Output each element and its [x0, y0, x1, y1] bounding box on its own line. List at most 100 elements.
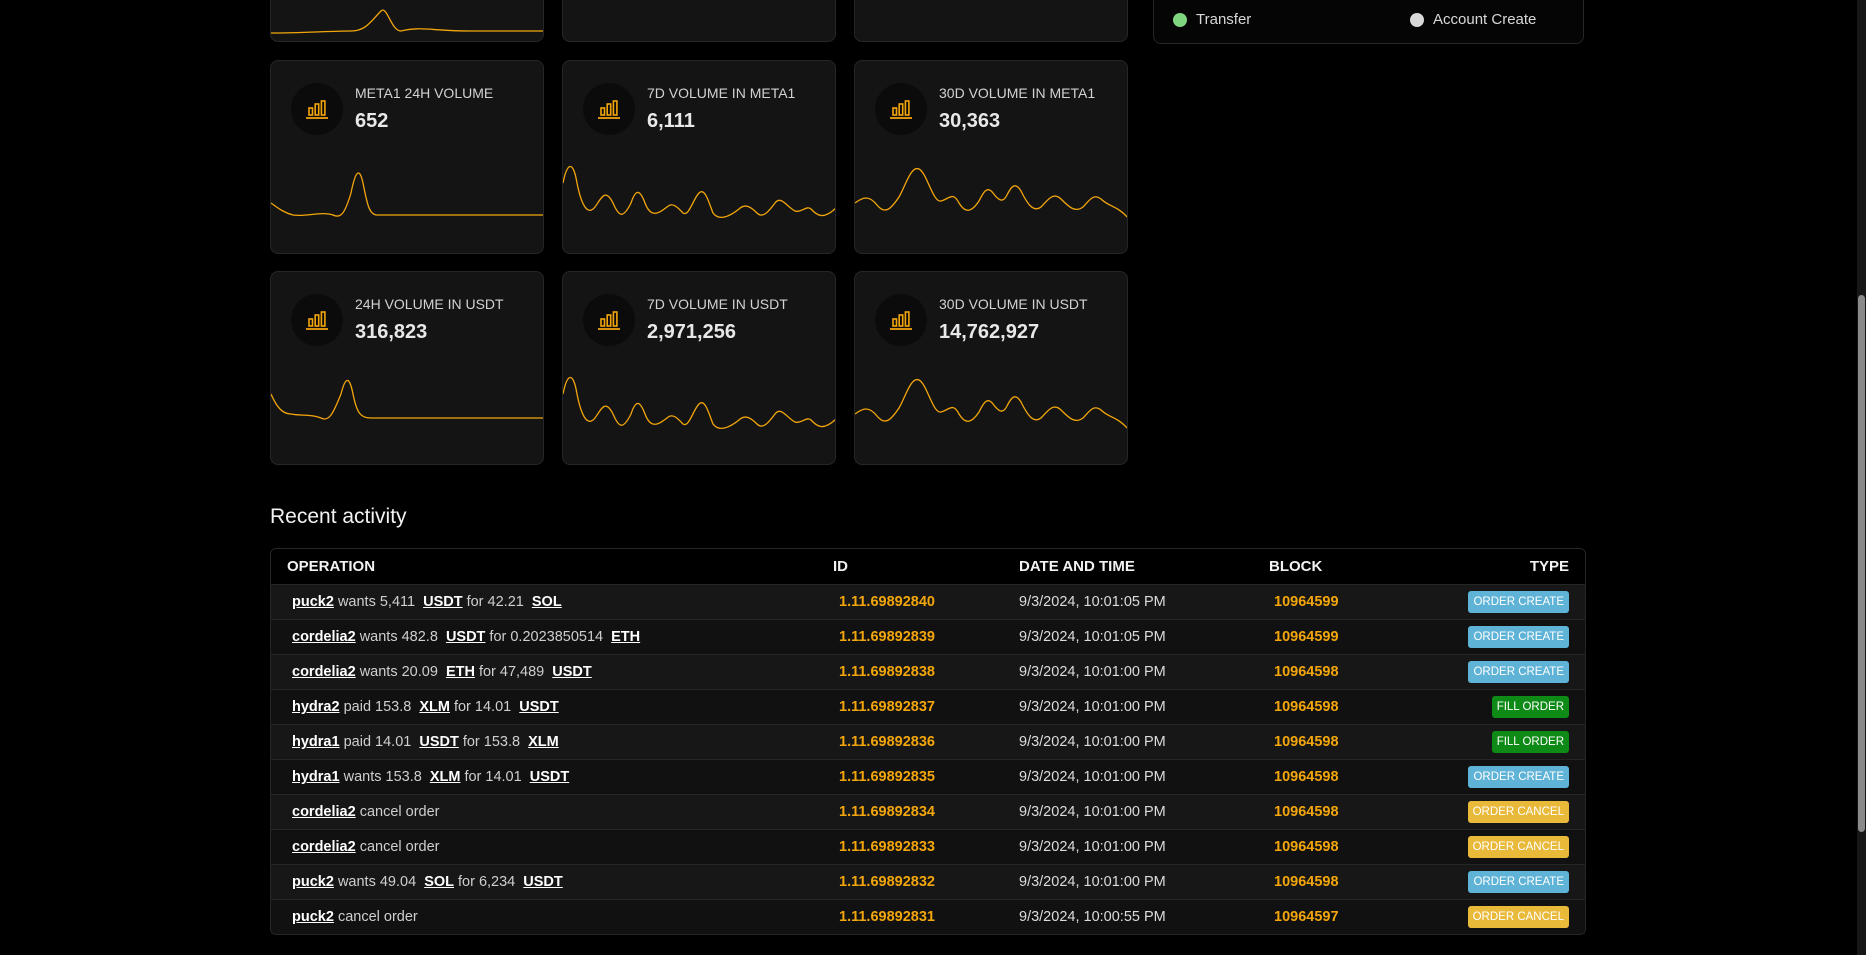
op-block[interactable]: 10964599: [1274, 594, 1339, 610]
asset-link[interactable]: XLM: [430, 769, 461, 785]
op-id[interactable]: 1.11.69892831: [839, 909, 935, 925]
operation-cell: cordelia2 wants 20.09 ETH for 47,489 USDT: [292, 664, 596, 680]
op-verb: wants 5,411: [337, 594, 416, 610]
asset-link[interactable]: ETH: [611, 629, 640, 645]
asset-link[interactable]: USDT: [419, 734, 458, 750]
type-badge: ORDER CREATE: [1468, 626, 1569, 648]
bar-chart-icon: [583, 83, 635, 135]
op-date: 9/3/2024, 10:00:55 PM: [1019, 909, 1166, 925]
user-link[interactable]: cordelia2: [292, 839, 356, 855]
table-row: puck2 wants 49.04 SOL for 6,234 USDT 1.11…: [271, 864, 1585, 899]
scrollbar[interactable]: [1857, 0, 1866, 955]
op-id[interactable]: 1.11.69892833: [839, 839, 935, 855]
op-block[interactable]: 10964597: [1274, 909, 1339, 925]
op-id[interactable]: 1.11.69892834: [839, 804, 935, 820]
op-date: 9/3/2024, 10:01:00 PM: [1019, 769, 1166, 785]
legend-label: Account Create: [1433, 11, 1537, 28]
op-block[interactable]: 10964598: [1274, 874, 1339, 890]
sparkline: [271, 379, 543, 420]
sparkline: [563, 376, 835, 430]
op-id[interactable]: 1.11.69892838: [839, 664, 935, 680]
sparkline: [271, 9, 543, 34]
user-link[interactable]: puck2: [292, 909, 334, 925]
stat-value: 316,823: [355, 321, 428, 343]
op-verb: cancel order: [337, 909, 418, 925]
col-id: ID: [833, 558, 848, 575]
operation-cell: puck2 wants 49.04 SOL for 6,234 USDT: [292, 874, 567, 890]
asset-link[interactable]: XLM: [528, 734, 559, 750]
operation-cell: hydra1 paid 14.01 USDT for 153.8 XLM: [292, 734, 563, 750]
stat-card: 24H VOLUME IN USDT 316,823: [270, 271, 544, 465]
asset-link[interactable]: USDT: [552, 664, 591, 680]
user-link[interactable]: puck2: [292, 874, 334, 890]
op-block[interactable]: 10964599: [1274, 629, 1339, 645]
op-id[interactable]: 1.11.69892839: [839, 629, 935, 645]
asset-link[interactable]: ETH: [446, 664, 475, 680]
op-date: 9/3/2024, 10:01:00 PM: [1019, 874, 1166, 890]
asset-link[interactable]: XLM: [419, 699, 450, 715]
asset-link[interactable]: SOL: [532, 594, 562, 610]
stat-label: 24H VOLUME IN USDT: [355, 296, 504, 312]
bar-chart-icon: [875, 83, 927, 135]
asset-link[interactable]: USDT: [523, 874, 562, 890]
user-link[interactable]: hydra1: [292, 734, 340, 750]
stat-card-partial: [562, 0, 836, 42]
op-block[interactable]: 10964598: [1274, 804, 1339, 820]
type-badge: ORDER CANCEL: [1467, 906, 1569, 928]
op-mid: for 0.2023850514: [489, 629, 604, 645]
sparkline: [855, 378, 1127, 429]
op-mid: for 47,489: [478, 664, 545, 680]
op-block[interactable]: 10964598: [1274, 839, 1339, 855]
col-block: BLOCK: [1269, 558, 1323, 575]
scrollbar-thumb[interactable]: [1858, 295, 1865, 832]
legend-dot: [1410, 12, 1424, 27]
legend-item-account-create[interactable]: Account Create: [1410, 11, 1536, 28]
user-link[interactable]: hydra2: [292, 699, 340, 715]
asset-link[interactable]: USDT: [446, 629, 485, 645]
sparkline: [271, 172, 543, 217]
op-id[interactable]: 1.11.69892835: [839, 769, 935, 785]
op-block[interactable]: 10964598: [1274, 699, 1339, 715]
stat-card: META1 24H VOLUME 652: [270, 60, 544, 254]
type-badge: ORDER CREATE: [1468, 871, 1569, 893]
user-link[interactable]: cordelia2: [292, 629, 356, 645]
op-date: 9/3/2024, 10:01:05 PM: [1019, 594, 1166, 610]
stat-value: 30,363: [939, 110, 1001, 132]
asset-link[interactable]: SOL: [424, 874, 454, 890]
table-row: puck2 cancel order 1.11.69892831 9/3/202…: [271, 899, 1585, 934]
user-link[interactable]: puck2: [292, 594, 334, 610]
op-date: 9/3/2024, 10:01:00 PM: [1019, 699, 1166, 715]
op-block[interactable]: 10964598: [1274, 664, 1339, 680]
type-badge: FILL ORDER: [1491, 731, 1569, 753]
op-id[interactable]: 1.11.69892832: [839, 874, 935, 890]
op-mid: for 153.8: [462, 734, 521, 750]
stat-card-partial: [270, 0, 544, 42]
user-link[interactable]: cordelia2: [292, 664, 356, 680]
user-link[interactable]: cordelia2: [292, 804, 356, 820]
asset-link[interactable]: USDT: [530, 769, 569, 785]
asset-link[interactable]: USDT: [519, 699, 558, 715]
op-verb: cancel order: [359, 804, 440, 820]
stat-value: 6,111: [647, 110, 695, 132]
op-verb: paid 153.8: [343, 699, 412, 715]
op-block[interactable]: 10964598: [1274, 769, 1339, 785]
op-id[interactable]: 1.11.69892840: [839, 594, 935, 610]
op-id[interactable]: 1.11.69892836: [839, 734, 935, 750]
legend-item-transfer[interactable]: Transfer: [1173, 11, 1251, 28]
table-row: hydra1 paid 14.01 USDT for 153.8 XLM 1.11…: [271, 724, 1585, 759]
bar-chart-icon: [583, 294, 635, 346]
op-date: 9/3/2024, 10:01:00 PM: [1019, 734, 1166, 750]
op-verb: cancel order: [359, 839, 440, 855]
sparkline: [563, 165, 835, 219]
table-header: OPERATION ID DATE AND TIME BLOCK TYPE: [271, 549, 1585, 584]
operation-cell: cordelia2 wants 482.8 USDT for 0.20238505…: [292, 629, 644, 645]
asset-link[interactable]: USDT: [423, 594, 462, 610]
table-row: cordelia2 wants 482.8 USDT for 0.20238505…: [271, 619, 1585, 654]
op-id[interactable]: 1.11.69892837: [839, 699, 935, 715]
op-verb: wants 49.04: [337, 874, 417, 890]
activity-table: OPERATION ID DATE AND TIME BLOCK TYPE pu…: [270, 548, 1586, 935]
op-block[interactable]: 10964598: [1274, 734, 1339, 750]
user-link[interactable]: hydra1: [292, 769, 340, 785]
bar-chart-icon: [291, 83, 343, 135]
type-badge: ORDER CANCEL: [1467, 801, 1569, 823]
